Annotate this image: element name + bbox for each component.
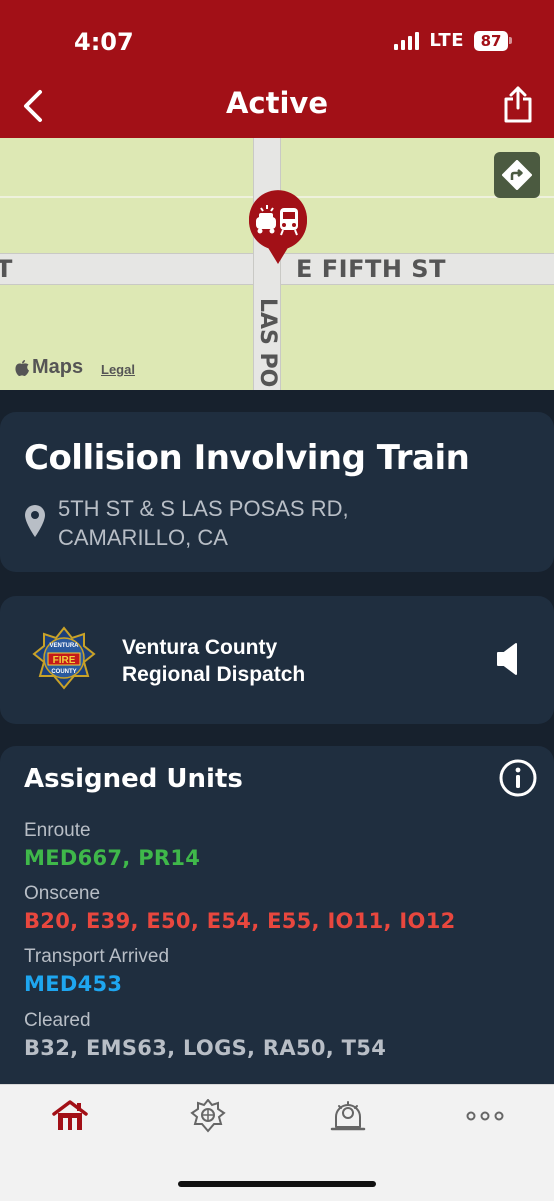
street-label-fifth: E FIFTH ST [296,255,446,283]
home-indicator[interactable] [178,1181,376,1187]
unit-group-enroute: Enroute MED667, PR14 [24,820,200,870]
share-icon[interactable] [502,84,534,124]
maps-brand-label: Maps [32,356,84,378]
agency-name: Ventura County Regional Dispatch [122,634,305,688]
unit-group-onscene: Onscene B20, E39, E50, E54, E55, IO11, I… [24,883,456,933]
svg-text:FIRE: FIRE [53,655,76,666]
battery-icon: 87 [474,30,512,51]
unit-group-label: Onscene [24,883,101,904]
apple-logo-icon [15,359,29,376]
incident-card: Collision Involving Train 5TH ST & S LAS… [0,412,554,572]
agency-card[interactable]: VENTURA FIRE COUNTY Ventura County Regio… [0,596,554,724]
network-type: LTE [429,30,464,51]
incident-pin-icon[interactable] [247,190,309,266]
unit-group-label: Cleared [24,1010,91,1031]
unit-group-label: Enroute [24,820,91,841]
assigned-units-card: Assigned Units Enroute MED667, PR14 Onsc… [0,746,554,1086]
agency-name-line-1: Ventura County [122,636,278,659]
incident-address: 5TH ST & S LAS POSAS RD, CAMARILLO, CA [58,494,349,552]
maps-attribution: Maps [14,356,83,379]
home-icon[interactable] [50,1099,90,1133]
street-label-las-posas: LAS PO [255,298,280,387]
speaker-icon[interactable] [496,642,520,676]
page-title: Active [225,86,328,120]
unit-group-values: B32, EMS63, LOGS, RA50, T54 [24,1036,387,1060]
directions-icon [502,160,532,190]
agency-name-line-2: Regional Dispatch [122,663,306,686]
status-time: 4:07 [74,28,134,56]
unit-group-values: MED667, PR14 [24,846,201,870]
address-line-2: CAMARILLO, CA [58,525,228,550]
status-indicators: LTE 87 [394,30,512,51]
unit-group-values: B20, E39, E50, E54, E55, IO11, IO12 [24,909,456,933]
unit-group-transport-arrived: Transport Arrived MED453 [24,946,169,996]
battery-level: 87 [474,30,508,51]
unit-group-values: MED453 [24,972,123,996]
legal-link[interactable]: Legal [101,362,135,377]
unit-group-label: Transport Arrived [24,946,170,967]
fire-department-logo: VENTURA FIRE COUNTY [32,626,96,690]
assigned-units-title: Assigned Units [24,764,243,794]
signal-icon [394,31,420,50]
fire-emblem-icon[interactable] [188,1099,228,1133]
svg-text:COUNTY: COUNTY [51,669,76,675]
incident-title: Collision Involving Train [24,438,470,478]
location-pin-icon [25,505,45,537]
alert-bell-icon[interactable] [328,1099,368,1133]
svg-text:VENTURA: VENTURA [49,643,79,649]
info-icon[interactable] [498,758,538,798]
street-label-left: T [0,255,13,283]
unit-group-cleared: Cleared B32, EMS63, LOGS, RA50, T54 [24,1010,386,1060]
bottom-tab-bar [0,1084,554,1201]
incident-map[interactable]: T E FIFTH ST LAS PO Maps Legal [0,138,554,390]
more-icon[interactable] [464,1099,506,1133]
address-line-1: 5TH ST & S LAS POSAS RD, [58,496,349,521]
directions-button[interactable] [494,152,540,198]
top-bar: 4:07 LTE 87 Active [0,0,554,138]
